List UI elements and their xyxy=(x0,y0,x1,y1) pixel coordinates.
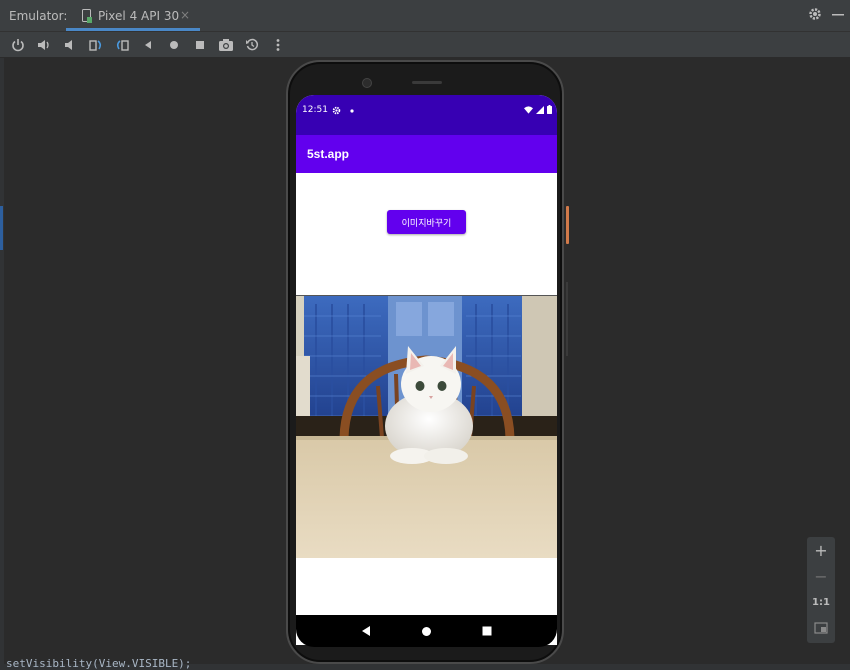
editor-gutter xyxy=(0,58,4,670)
zoom-controls: + − 1:1 xyxy=(807,537,835,643)
settings-notification-icon xyxy=(332,106,341,115)
status-time: 12:51 xyxy=(302,105,328,115)
power-icon[interactable] xyxy=(8,35,28,55)
minimize-icon[interactable] xyxy=(832,8,844,20)
zoom-out-button[interactable]: − xyxy=(807,563,835,589)
emulator-toolbar xyxy=(0,32,850,58)
zoom-fit-button[interactable] xyxy=(807,615,835,641)
zoom-in-button[interactable]: + xyxy=(807,537,835,563)
gear-icon[interactable] xyxy=(808,7,822,21)
snapshot-icon[interactable] xyxy=(242,35,262,55)
notification-dot-icon xyxy=(350,109,354,113)
change-image-button[interactable]: 이미지바꾸기 xyxy=(387,210,466,234)
close-icon[interactable]: × xyxy=(180,8,190,22)
volume-side-button[interactable] xyxy=(566,282,568,356)
battery-icon xyxy=(547,105,552,114)
emulator-label: Emulator: xyxy=(9,9,68,23)
tab-title: Pixel 4 API 30 xyxy=(98,9,180,23)
app-title: 5st.app xyxy=(307,147,350,161)
device-screen[interactable]: 12:51 5st.app 이미지바꾸기 xyxy=(296,95,557,645)
editor-code-fragment: setVisibility(View.VISIBLE); xyxy=(6,657,192,670)
tab-pixel-4-api-30[interactable]: Pixel 4 API 30 × xyxy=(66,0,200,31)
gutter-highlight xyxy=(0,206,3,250)
main-content: 이미지바꾸기 xyxy=(296,173,557,615)
app-bar: 5st.app xyxy=(296,135,557,173)
status-bar: 12:51 xyxy=(296,95,557,135)
zoom-actual-size-button[interactable]: 1:1 xyxy=(807,589,835,615)
camera-icon xyxy=(362,78,372,88)
cat-image xyxy=(296,296,557,558)
nav-home-icon[interactable] xyxy=(421,626,432,637)
rotate-left-icon[interactable] xyxy=(86,35,106,55)
power-side-button[interactable] xyxy=(566,206,569,244)
nav-back-icon[interactable] xyxy=(361,625,371,637)
back-icon[interactable] xyxy=(138,35,158,55)
screenshot-icon[interactable] xyxy=(216,35,236,55)
navigation-bar xyxy=(296,615,557,647)
device-icon xyxy=(82,9,92,23)
home-icon[interactable] xyxy=(164,35,184,55)
emulator-tab-bar: Emulator: Pixel 4 API 30 × xyxy=(0,0,850,32)
volume-up-icon[interactable] xyxy=(34,35,54,55)
signal-icon xyxy=(536,105,544,114)
nav-overview-icon[interactable] xyxy=(482,626,492,636)
speaker-grille xyxy=(412,81,442,84)
rotate-right-icon[interactable] xyxy=(112,35,132,55)
fit-screen-icon xyxy=(814,622,828,634)
overview-icon[interactable] xyxy=(190,35,210,55)
volume-down-icon[interactable] xyxy=(60,35,80,55)
wifi-icon xyxy=(524,105,533,114)
more-icon[interactable] xyxy=(268,35,288,55)
